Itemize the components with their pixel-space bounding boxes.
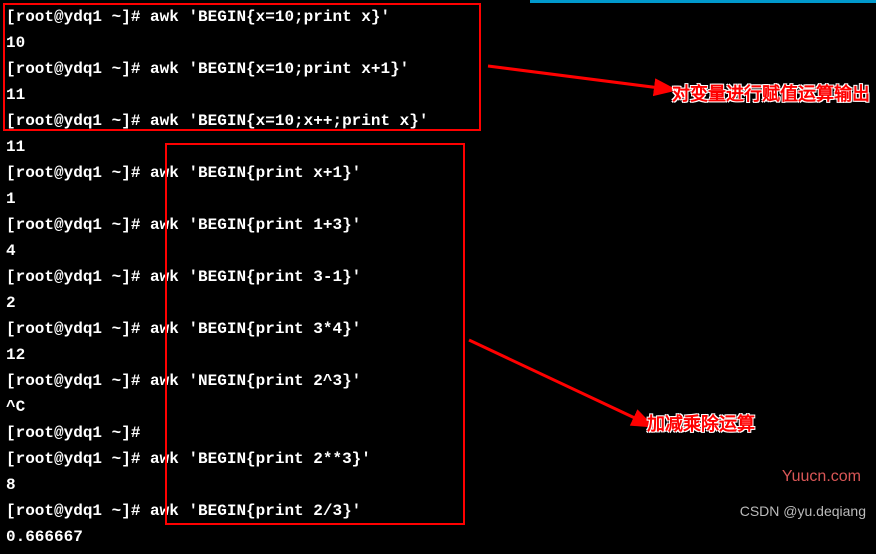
shell-output: 11: [6, 138, 25, 156]
shell-prompt: [root@ydq1 ~]#: [6, 216, 150, 234]
shell-prompt: [root@ydq1 ~]#: [6, 112, 150, 130]
shell-output: ^C: [6, 398, 25, 416]
shell-prompt: [root@ydq1 ~]#: [6, 502, 150, 520]
watermark-author: CSDN @yu.deqiang: [740, 503, 866, 519]
annotation-label-2: 加减乘除运算: [647, 410, 755, 436]
shell-output: 2: [6, 294, 16, 312]
shell-output: 11: [6, 86, 25, 104]
shell-output: 4: [6, 242, 16, 260]
shell-prompt: [root@ydq1 ~]#: [6, 450, 150, 468]
shell-output: 0.666667: [6, 528, 83, 546]
shell-command: awk 'NEGIN{print 2^3}': [150, 372, 361, 390]
shell-output: 8: [6, 476, 16, 494]
shell-command: awk 'BEGIN{print 3*4}': [150, 320, 361, 338]
shell-command: awk 'BEGIN{x=10;print x}': [150, 8, 390, 26]
shell-command: awk 'BEGIN{print 2/3}': [150, 502, 361, 520]
window-active-border: [530, 0, 876, 3]
shell-command: awk 'BEGIN{x=10;print x+1}': [150, 60, 409, 78]
shell-prompt: [root@ydq1 ~]#: [6, 164, 150, 182]
shell-prompt: [root@ydq1 ~]#: [6, 268, 150, 286]
shell-output: 1: [6, 190, 16, 208]
shell-prompt: [root@ydq1 ~]#: [6, 424, 150, 442]
watermark-site: Yuucn.com: [782, 468, 861, 486]
shell-command: awk 'BEGIN{print 3-1}': [150, 268, 361, 286]
shell-prompt: [root@ydq1 ~]#: [6, 372, 150, 390]
shell-command: awk 'BEGIN{print 1+3}': [150, 216, 361, 234]
shell-command: awk 'BEGIN{print 2**3}': [150, 450, 371, 468]
shell-output: 12: [6, 346, 25, 364]
shell-output: 10: [6, 34, 25, 52]
shell-prompt: [root@ydq1 ~]#: [6, 8, 150, 26]
annotation-label-1: 对变量进行赋值运算输出: [672, 80, 870, 106]
shell-prompt: [root@ydq1 ~]#: [6, 320, 150, 338]
shell-command: awk 'BEGIN{print x+1}': [150, 164, 361, 182]
shell-command: awk 'BEGIN{x=10;x++;print x}': [150, 112, 428, 130]
shell-prompt: [root@ydq1 ~]#: [6, 60, 150, 78]
